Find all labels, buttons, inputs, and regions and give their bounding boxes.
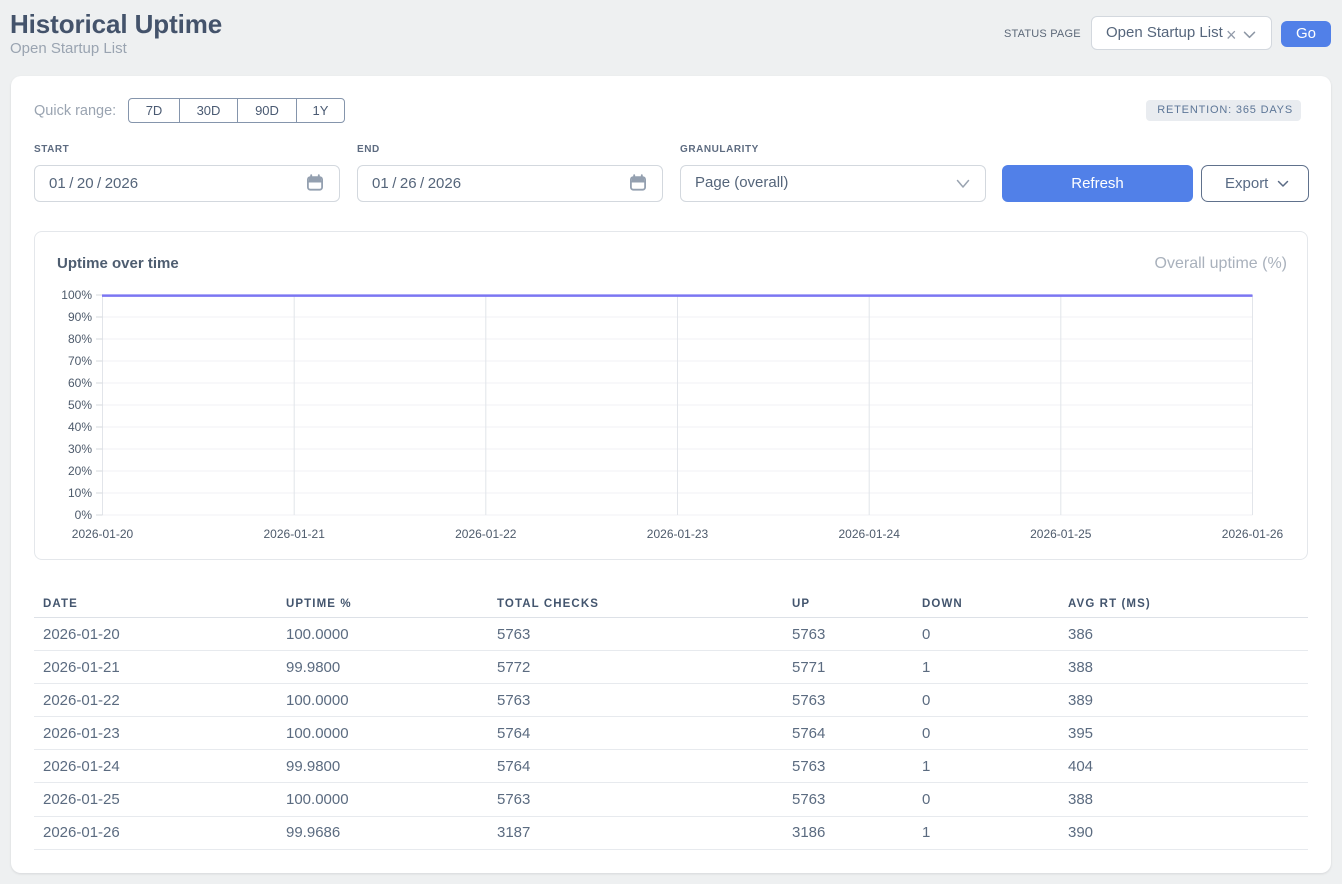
svg-text:50%: 50%: [68, 398, 92, 412]
svg-text:0%: 0%: [75, 508, 93, 522]
svg-text:20%: 20%: [68, 464, 92, 478]
svg-text:60%: 60%: [68, 376, 92, 390]
svg-text:100%: 100%: [61, 288, 92, 302]
svg-text:80%: 80%: [68, 332, 92, 346]
svg-text:90%: 90%: [68, 310, 92, 324]
svg-text:2026-01-23: 2026-01-23: [647, 527, 709, 541]
svg-text:2026-01-24: 2026-01-24: [839, 527, 901, 541]
svg-text:30%: 30%: [68, 442, 92, 456]
svg-text:2026-01-22: 2026-01-22: [455, 527, 517, 541]
svg-text:70%: 70%: [68, 354, 92, 368]
svg-text:2026-01-25: 2026-01-25: [1030, 527, 1092, 541]
svg-text:40%: 40%: [68, 420, 92, 434]
svg-text:2026-01-21: 2026-01-21: [264, 527, 326, 541]
svg-text:10%: 10%: [68, 486, 92, 500]
svg-text:2026-01-20: 2026-01-20: [72, 527, 134, 541]
svg-text:2026-01-26: 2026-01-26: [1222, 527, 1284, 541]
